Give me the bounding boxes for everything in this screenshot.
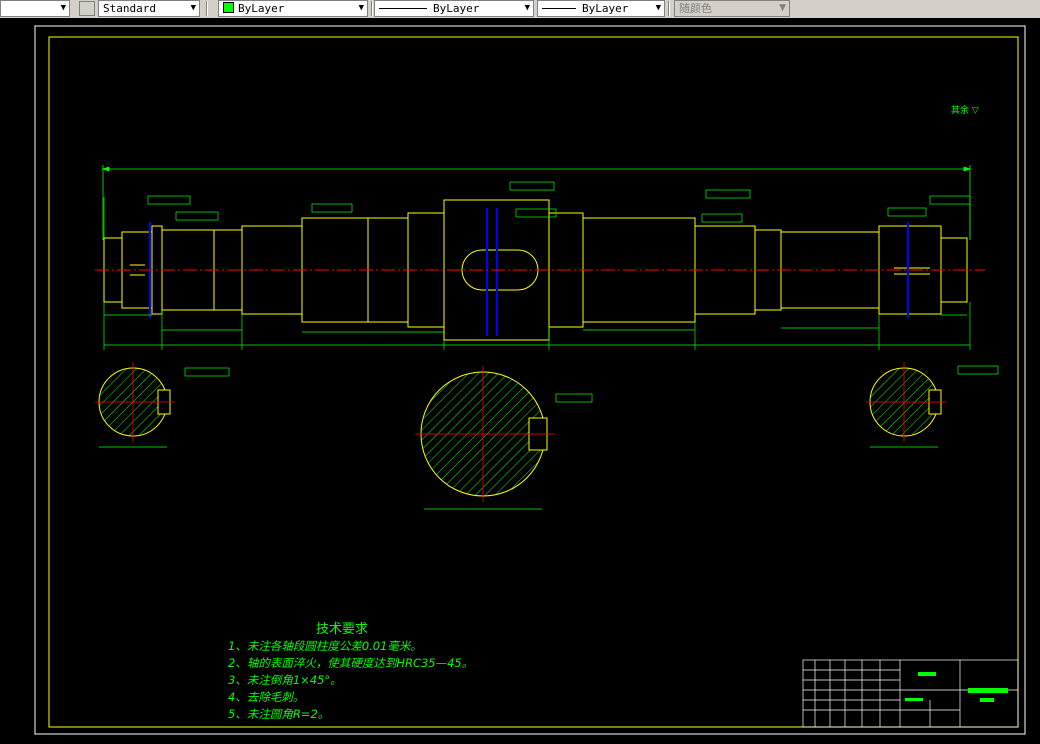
plot-style-value: 随颜色: [679, 2, 712, 15]
chevron-down-icon: ▼: [358, 3, 364, 13]
tolerance-frames: [147, 181, 999, 403]
sheet-inner-border: [48, 36, 1019, 728]
segment-dimensions: [103, 197, 971, 350]
requirement-item: 1、未注各轴段圆柱度公差0.01毫米。: [228, 639, 422, 653]
layer-color-dropdown[interactable]: ByLayer ▼: [218, 0, 368, 17]
roughness-symbol-icon: ▽: [971, 106, 979, 116]
toolbar-separator: [206, 1, 208, 16]
color-swatch-icon: [223, 2, 234, 13]
toolbar-left-dropdown[interactable]: ▼: [0, 0, 70, 17]
requirement-item: 4、去除毛刺。: [228, 690, 305, 704]
lineweight-dropdown[interactable]: ByLayer ▼: [537, 0, 665, 17]
plot-style-dropdown[interactable]: 随颜色 ▼: [674, 0, 790, 17]
toolbar-separator: [668, 1, 670, 16]
overall-dimension: [101, 165, 972, 240]
requirements-title: 技术要求: [316, 622, 369, 637]
lineweight-preview-icon: [542, 8, 576, 9]
chevron-down-icon: ▼: [60, 3, 66, 13]
roughness-note: 其余 ▽: [951, 103, 979, 116]
lineweight-value: ByLayer: [582, 2, 629, 15]
sheet-outer-border: [34, 25, 1026, 735]
linetype-preview-icon: [379, 8, 427, 9]
toolbar-separator: [371, 1, 373, 16]
requirement-item: 5、未注圆角R=2。: [228, 707, 330, 721]
layer-color-value: ByLayer: [238, 2, 285, 15]
chevron-down-icon: ▼: [779, 3, 786, 13]
requirement-item: 2、轴的表面淬火，使其硬度达到HRC35—45。: [228, 656, 474, 670]
shaft-drawing: [34, 25, 1026, 735]
linetype-dropdown[interactable]: ByLayer ▼: [374, 0, 534, 17]
text-style-dropdown[interactable]: Standard ▼: [98, 0, 200, 17]
chevron-down-icon: ▼: [655, 3, 661, 13]
cross-section-middle: [415, 366, 555, 510]
properties-toolbar: ▼ Standard ▼ ByLayer ▼ ByLayer ▼ ByLayer…: [0, 0, 1040, 19]
section-cut-lines: [149, 208, 909, 336]
chevron-down-icon: ▼: [190, 3, 196, 13]
chevron-down-icon: ▼: [524, 3, 530, 13]
cross-section-left: [95, 362, 175, 448]
text-style-icon[interactable]: [79, 1, 95, 16]
cross-section-right: [866, 362, 946, 448]
drawing-canvas[interactable]: 其余 ▽ 技术要求 1、未注各轴段圆柱度公差0.01毫米。 2、轴的表面淬火，使…: [0, 18, 1040, 744]
requirement-item: 3、未注倒角1×45°。: [228, 673, 342, 687]
text-style-value: Standard: [103, 2, 156, 15]
linetype-value: ByLayer: [433, 2, 480, 15]
title-block: [802, 659, 1019, 728]
roughness-label: 其余: [951, 106, 970, 116]
